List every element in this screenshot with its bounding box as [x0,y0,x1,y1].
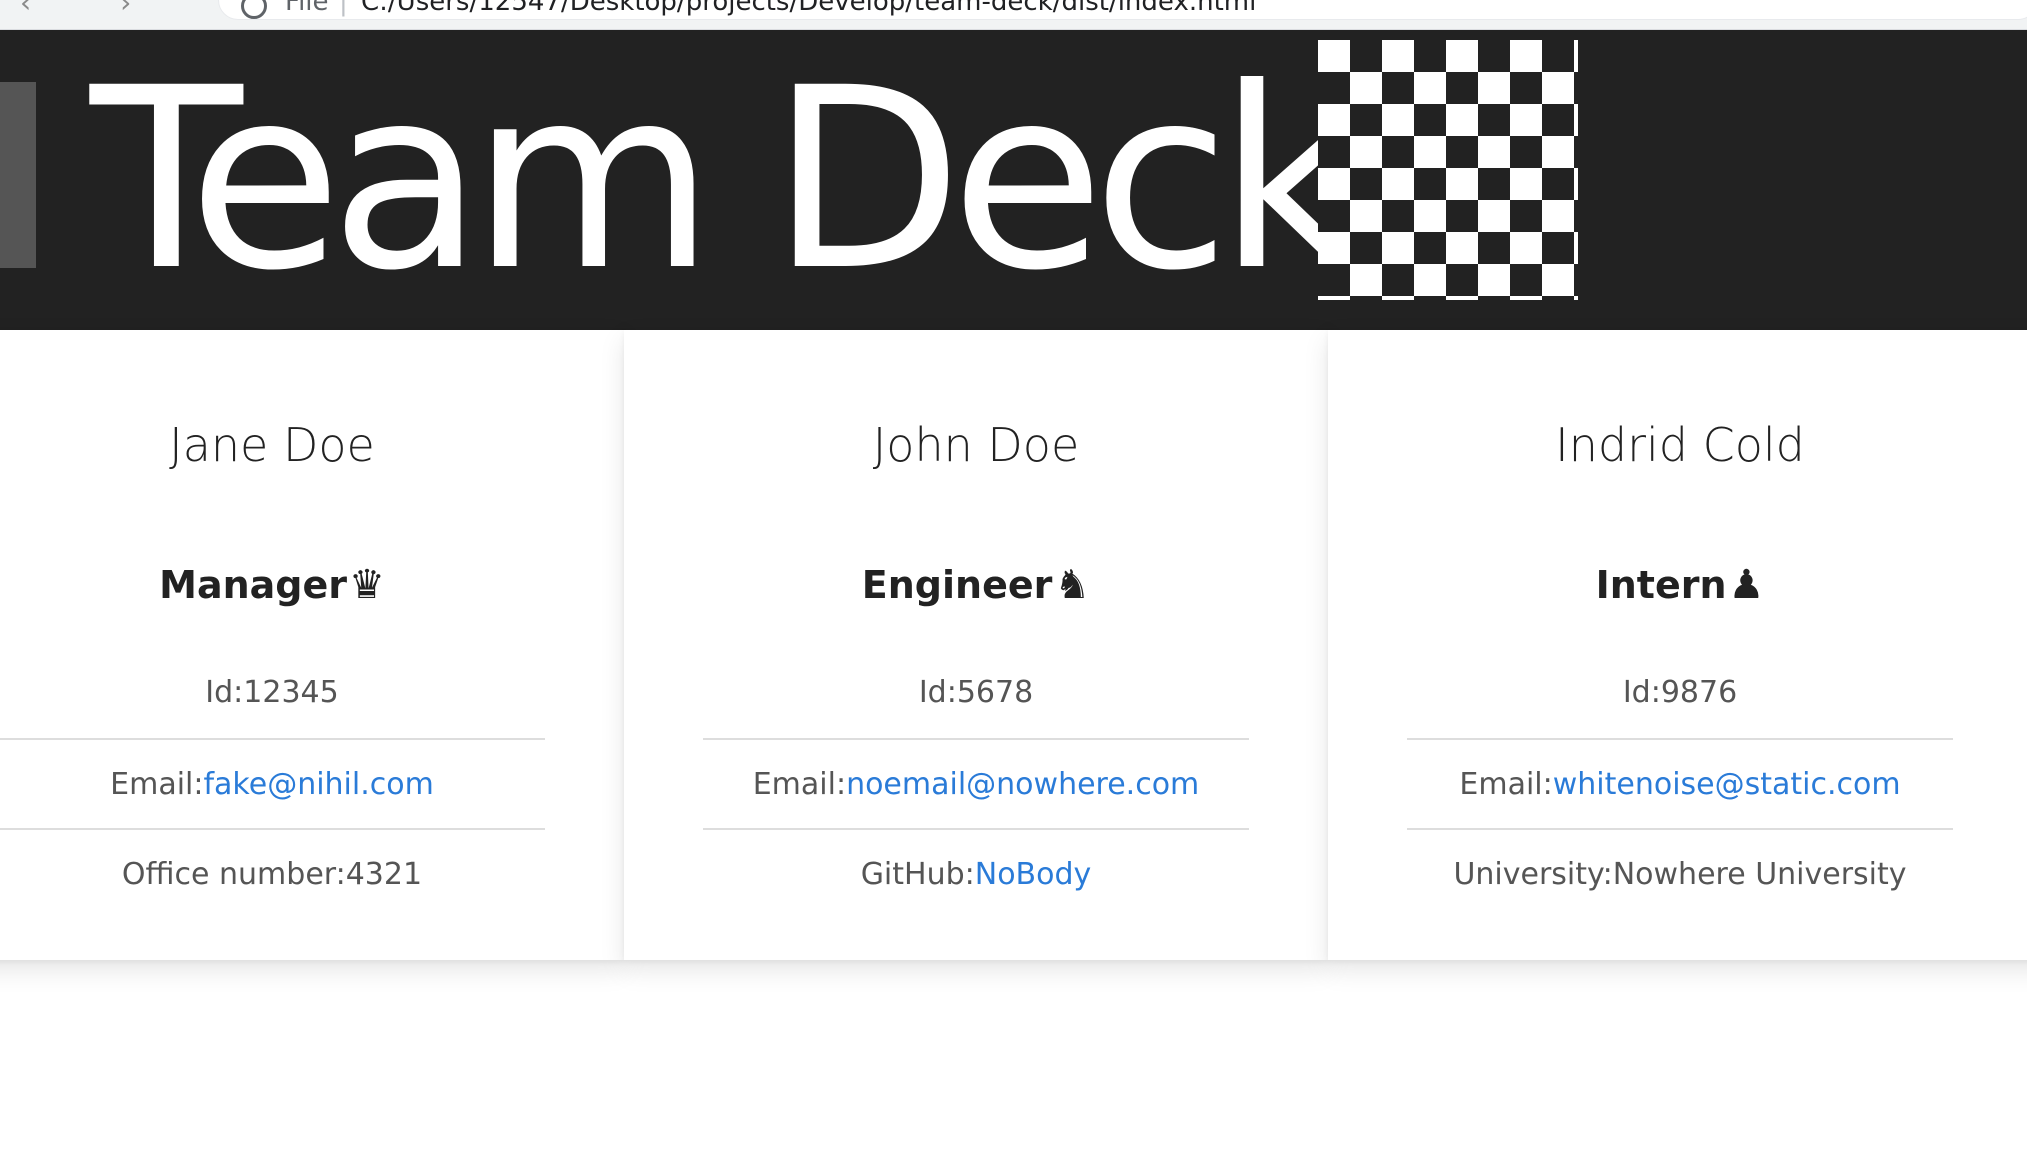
github-link[interactable]: NoBody [975,857,1092,892]
employee-info-list: Id:9876 Email:whitenoise@static.com Univ… [1328,648,2027,918]
employee-name: Indrid Cold [1555,418,1805,472]
checkerboard-logo [1318,40,1578,300]
office-label: Office number: [121,857,346,892]
role-label: Intern [1595,563,1727,607]
employee-github: GitHub:NoBody [703,828,1249,918]
id-value: 5678 [956,675,1034,710]
employee-university: University:Nowhere University [1407,828,1953,918]
email-link[interactable]: fake@nihil.com [203,767,433,802]
employee-id: Id:5678 [703,648,1249,738]
header-accent-bar [0,82,36,268]
id-value: 12345 [243,675,339,710]
id-label: Id: [1622,675,1661,710]
team-cards: Jane Doe Manager♛ Id:12345 Email:fake@ni… [0,330,2027,960]
employee-role: Manager♛ [0,562,624,608]
page-header: Team Deck [0,30,2027,330]
url-text[interactable]: C:/Users/12547/Desktop/projects/Develop/… [361,0,1256,17]
chess-pawn-icon: ♟ [1728,562,1765,608]
email-label: Email: [110,767,204,802]
employee-card-intern: Indrid Cold Intern♟ Id:9876 Email:whiten… [1328,330,2027,960]
page-title: Team Deck [90,34,1363,325]
employee-email: Email:fake@nihil.com [0,738,545,828]
employee-role: Intern♟ [1328,562,2027,608]
email-link[interactable]: whitenoise@static.com [1553,767,1901,802]
email-link[interactable]: noemail@nowhere.com [846,767,1199,802]
role-label: Engineer [861,563,1053,607]
employee-office-number: Office number:4321 [0,828,545,918]
email-label: Email: [752,767,847,802]
address-bar[interactable]: File | C:/Users/12547/Desktop/projects/D… [218,0,2027,20]
email-label: Email: [1459,767,1553,802]
employee-id: Id:9876 [1407,648,1953,738]
chess-knight-icon: ♞ [1054,562,1091,608]
employee-info-list: Id:5678 Email:noemail@nowhere.com GitHub… [624,648,1328,918]
employee-id: Id:12345 [0,648,545,738]
employee-card-engineer: John Doe Engineer♞ Id:5678 Email:noemail… [624,330,1328,960]
id-label: Id: [205,675,244,710]
employee-email: Email:whitenoise@static.com [1407,738,1953,828]
id-value: 9876 [1660,675,1738,710]
chess-queen-icon: ♛ [349,562,385,608]
employee-name: Jane Doe [169,418,375,472]
github-label: GitHub: [860,857,975,892]
employee-role: Engineer♞ [624,562,1328,608]
employee-email: Email:noemail@nowhere.com [703,738,1249,828]
file-label: File [285,0,329,17]
browser-toolbar: ‹ › ⟳ File | C:/Users/12547/Desktop/proj… [0,0,2027,30]
address-separator: | [339,0,348,17]
role-label: Manager [159,563,347,607]
employee-name: John Doe [872,418,1080,472]
info-icon[interactable] [241,0,267,19]
employee-card-manager: Jane Doe Manager♛ Id:12345 Email:fake@ni… [0,330,624,960]
university-label: University: [1453,857,1613,892]
university-value: Nowhere University [1612,857,1907,892]
employee-info-list: Id:12345 Email:fake@nihil.com Office num… [0,648,624,918]
id-label: Id: [918,675,957,710]
office-value: 4321 [345,857,423,892]
